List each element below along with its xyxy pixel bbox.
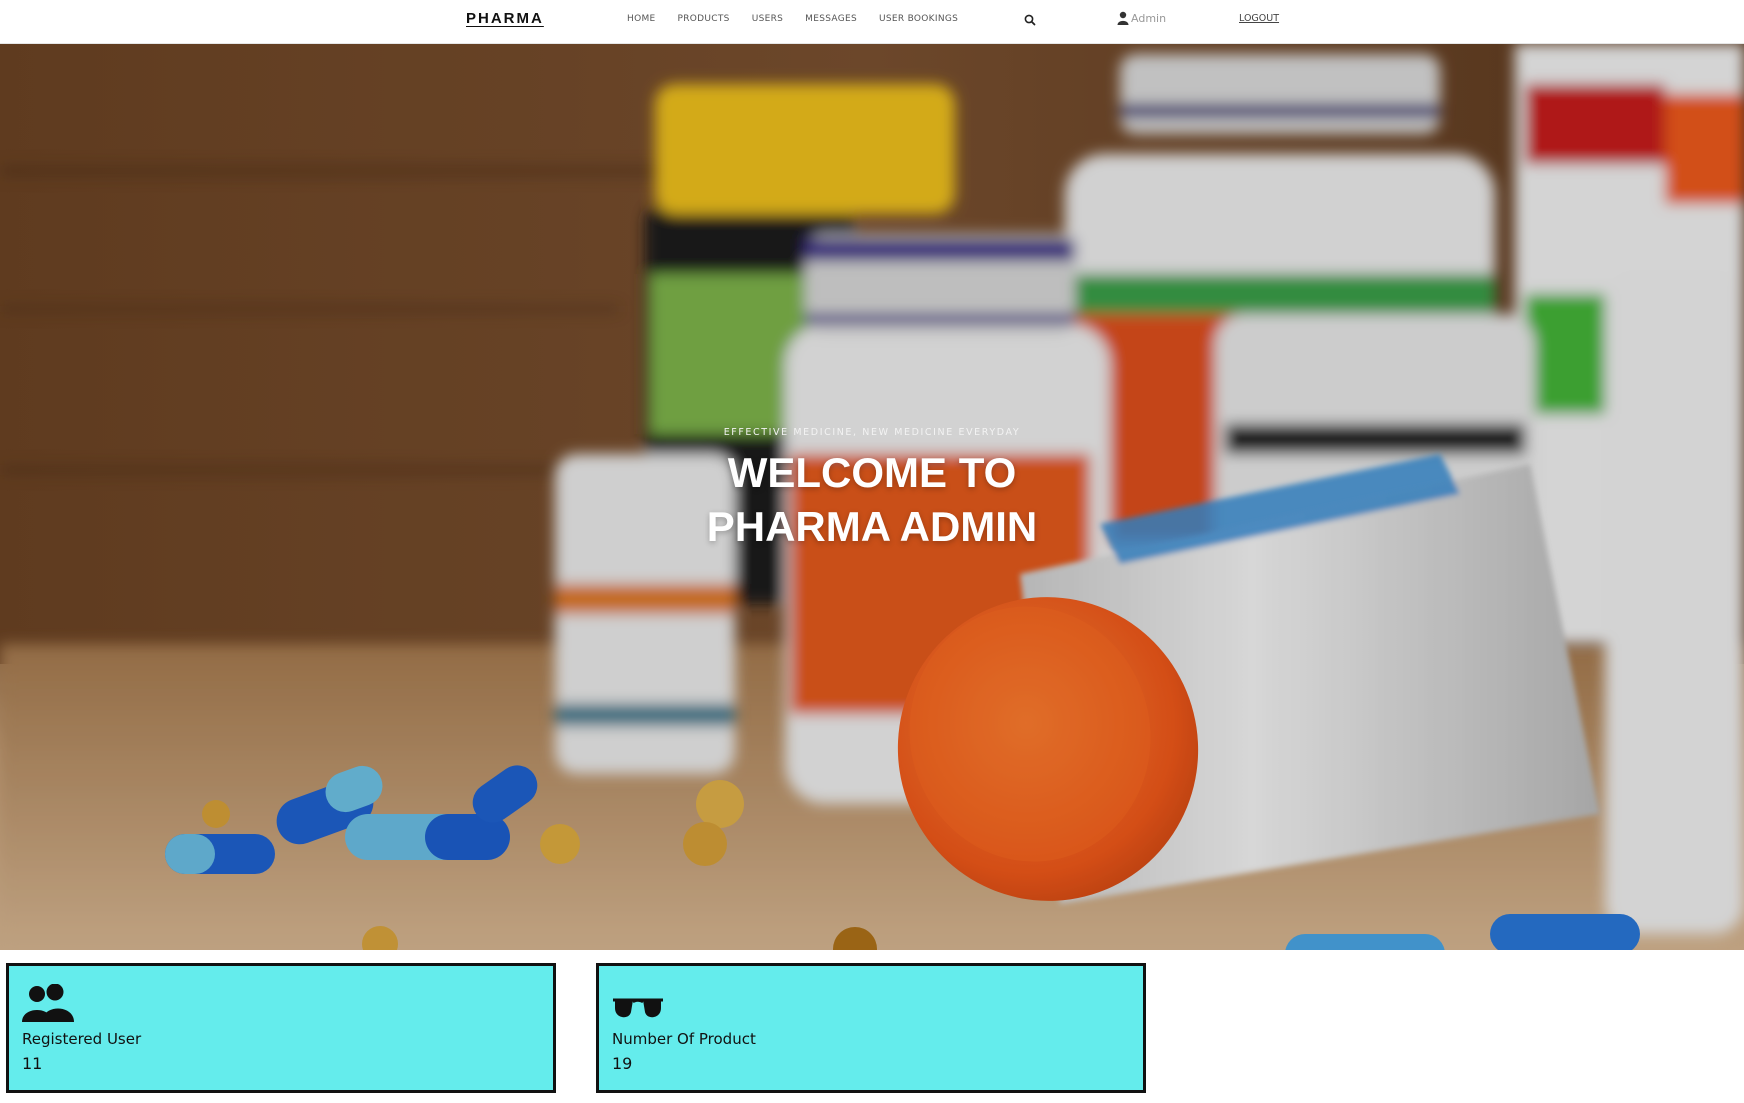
hero-kicker: EFFECTIVE MEDICINE, NEW MEDICINE EVERYDA… [723,427,1021,438]
hero-title: WELCOME TO PHARMA ADMIN [0,446,1744,554]
glasses-icon [612,984,664,1026]
nav-home[interactable]: HOME [627,14,656,24]
nav-users[interactable]: USERS [752,14,783,24]
main-nav: HOME PRODUCTS USERS MESSAGES USER BOOKIN… [627,14,980,24]
stat-label: Number Of Product [612,1030,756,1048]
logout-link[interactable]: LOGOUT [1239,13,1279,24]
top-navbar: PHARMA HOME PRODUCTS USERS MESSAGES USER… [0,0,1744,44]
users-icon [22,983,74,1028]
hero-title-line-2: PHARMA ADMIN [706,503,1038,550]
brand-logo[interactable]: PHARMA [466,10,544,27]
hero-title-line-1: WELCOME TO [727,449,1017,496]
hero-banner: EFFECTIVE MEDICINE, NEW MEDICINE EVERYDA… [0,44,1744,950]
nav-messages[interactable]: MESSAGES [805,14,857,24]
nav-products[interactable]: PRODUCTS [678,14,730,24]
stat-card-products: Number Of Product 19 [596,963,1146,1093]
user-icon [1117,11,1129,25]
stat-value: 11 [22,1054,43,1073]
search-icon[interactable] [1023,12,1037,26]
stat-value: 19 [612,1054,633,1073]
stat-label: Registered User [22,1030,142,1048]
user-name: Admin [1131,11,1167,25]
stat-card-registered-users: Registered User 11 [6,963,556,1093]
user-menu[interactable]: Admin [1117,11,1166,25]
nav-user-bookings[interactable]: USER BOOKINGS [879,14,958,24]
